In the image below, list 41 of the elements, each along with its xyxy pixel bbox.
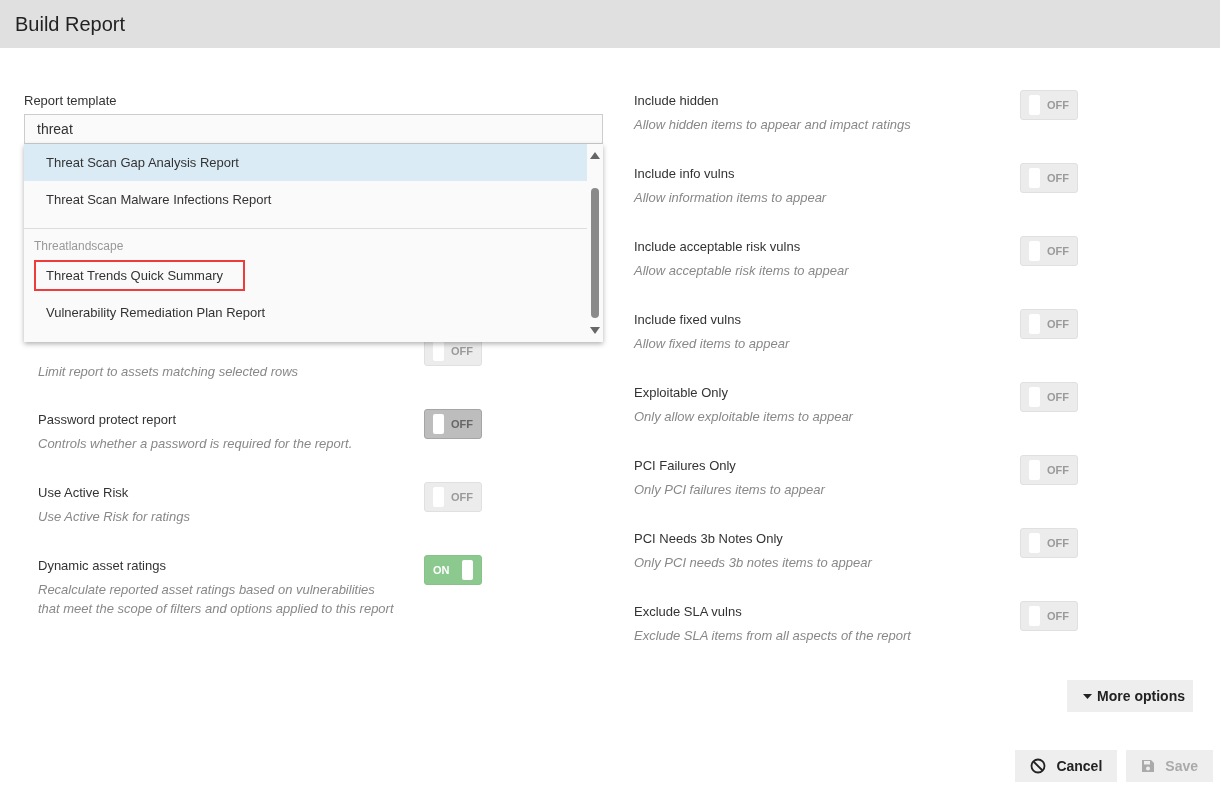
option-label: PCI Needs 3b Notes Only	[634, 530, 783, 548]
option-label: Password protect report	[38, 411, 176, 429]
option-description: Only PCI needs 3b notes items to appear	[634, 554, 872, 572]
option-label: Include acceptable risk vulns	[634, 238, 801, 256]
toggle-switch[interactable]: OFF	[424, 409, 482, 439]
option-description: Only PCI failures items to appear	[634, 481, 825, 499]
option-description: Use Active Risk for ratings	[38, 508, 190, 526]
scrollbar-thumb[interactable]	[591, 188, 599, 318]
option-description: Limit report to assets matching selected rows	[38, 363, 299, 381]
option-description: Controls whether a password is required for the report.	[38, 435, 353, 453]
option-label: Exclude SLA vulns	[634, 603, 742, 621]
cancel-icon	[1030, 758, 1047, 774]
scroll-down-icon[interactable]	[590, 327, 600, 334]
dropdown-option[interactable]: Vulnerability Remediation Plan Report	[24, 294, 587, 331]
option-label: Dynamic asset ratings	[38, 557, 166, 575]
save-icon	[1141, 759, 1156, 773]
dropdown-option[interactable]: Threat Scan Malware Infections Report	[24, 181, 587, 218]
window-title: Build Report	[15, 12, 126, 36]
cancel-button[interactable]: Cancel	[1015, 750, 1118, 782]
option-label: Include info vulns	[634, 165, 735, 183]
option-description: Allow fixed items to appear	[634, 335, 790, 353]
more-options-button[interactable]: More options	[1067, 680, 1193, 712]
dropdown-option[interactable]: Threat Scan Gap Analysis Report	[24, 144, 587, 181]
template-search-field[interactable]: threat	[24, 114, 603, 144]
option-label: Exploitable Only	[634, 384, 728, 402]
option-label: PCI Failures Only	[634, 457, 736, 475]
option-description: Only allow exploitable items to appear	[634, 408, 853, 426]
highlight-outline: Threat Trends Quick Summary	[34, 260, 245, 291]
option-label: Include hidden	[634, 92, 719, 110]
option-description: Exclude SLA items from all aspects of the report	[634, 627, 911, 645]
group-heading: Threatlandscape	[34, 239, 124, 253]
field-label: Report template	[24, 92, 117, 110]
dropdown-option[interactable]: Threat Trends Quick Summary	[24, 257, 587, 294]
option-description: Recalculate reported asset ratings based on vulnerabilities that meet the scope of filters and options applied to this report	[38, 581, 395, 618]
option-label: Include fixed vulns	[634, 311, 741, 329]
option-label: Use Active Risk	[38, 484, 129, 502]
option-description: Allow hidden items to appear and impact ratings	[634, 116, 911, 134]
scroll-up-icon[interactable]	[590, 152, 600, 159]
option-description: Allow acceptable risk items to appear	[634, 262, 849, 280]
caret-down-icon	[1083, 693, 1093, 699]
option-description: Allow information items to appear	[634, 189, 827, 207]
